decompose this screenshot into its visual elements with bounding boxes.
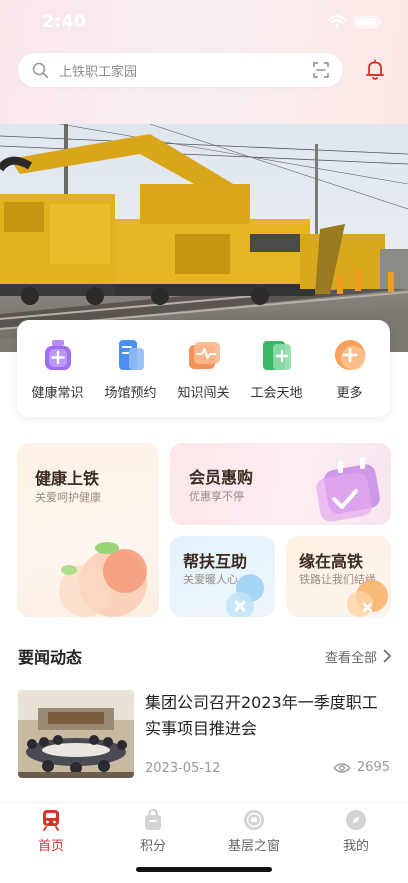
news-list-item[interactable]: 集团公司召开2023年一季度职工实事项目推进会 2023-05-12 2695 bbox=[18, 690, 392, 780]
quick-item-knowledge-challenge[interactable]: 知识闯关 bbox=[169, 337, 239, 401]
search-row: 上铁职工家园 bbox=[18, 53, 398, 87]
help-cross-icon bbox=[226, 574, 264, 617]
news-views: 2695 bbox=[332, 760, 390, 775]
see-all-label: 查看全部 bbox=[324, 650, 377, 666]
venue-booking-icon bbox=[118, 339, 144, 370]
status-bar: 2:40 bbox=[0, 0, 408, 44]
banner-image[interactable] bbox=[0, 124, 408, 352]
train-icon bbox=[43, 810, 59, 831]
news-view-count: 2695 bbox=[356, 760, 390, 775]
compass-icon bbox=[346, 810, 366, 830]
tab-label: 基层之窗 bbox=[227, 839, 280, 854]
card-health-rail[interactable]: 健康上铁 关爱呵护健康 bbox=[17, 443, 159, 617]
quick-menu: 健康常识 场馆预约 知识闯关 工会天地 更多 bbox=[17, 320, 390, 417]
quick-item-venue-booking[interactable]: 场馆预约 bbox=[96, 337, 166, 401]
section-title: 要闻动态 bbox=[18, 648, 83, 667]
badge-icon bbox=[244, 810, 264, 830]
peach-icon bbox=[59, 542, 147, 617]
card-member-shopping[interactable]: 会员惠购 优惠享不停 bbox=[170, 443, 391, 525]
home-indicator bbox=[136, 867, 272, 872]
quick-item-union-world[interactable]: 工会天地 bbox=[242, 337, 312, 401]
tab-label: 积分 bbox=[139, 839, 166, 854]
more-plus-icon bbox=[334, 339, 365, 370]
heart-fruit-icon bbox=[347, 580, 388, 617]
union-book-icon bbox=[262, 340, 291, 370]
news-thumbnail bbox=[18, 690, 134, 778]
search-icon bbox=[32, 62, 49, 78]
card-rail-romance[interactable]: 缘在高铁 铁路让我们结缘 bbox=[286, 536, 391, 617]
card-subtitle: 优惠享不停 bbox=[189, 490, 244, 503]
railway-machine-illustration bbox=[0, 124, 408, 352]
quick-item-more[interactable]: 更多 bbox=[315, 337, 385, 401]
card-title: 健康上铁 bbox=[35, 469, 100, 488]
tab-label: 首页 bbox=[37, 839, 64, 854]
tab-home[interactable]: 首页 bbox=[11, 809, 91, 854]
quick-item-label: 工会天地 bbox=[250, 385, 303, 401]
news-section-header: 要闻动态 查看全部 bbox=[18, 644, 392, 668]
points-bag-icon bbox=[145, 809, 161, 830]
calendar-check-icon bbox=[316, 457, 380, 522]
battery-icon bbox=[354, 16, 381, 28]
tab-grassroots-window[interactable]: 基层之窗 bbox=[214, 809, 294, 854]
eye-icon bbox=[332, 762, 351, 773]
search-input[interactable]: 上铁职工家园 bbox=[18, 53, 343, 87]
see-all-link[interactable]: 查看全部 bbox=[325, 647, 392, 666]
wifi-icon bbox=[328, 15, 346, 28]
quick-item-label: 知识闯关 bbox=[177, 385, 230, 401]
card-title: 缘在高铁 bbox=[299, 552, 364, 571]
knowledge-challenge-icon bbox=[188, 341, 220, 369]
search-placeholder: 上铁职工家园 bbox=[59, 64, 138, 80]
quick-item-label: 场馆预约 bbox=[104, 385, 157, 401]
chevron-right-icon bbox=[383, 649, 392, 663]
scan-icon[interactable] bbox=[313, 62, 329, 78]
quick-item-label: 更多 bbox=[336, 385, 363, 401]
tab-points[interactable]: 积分 bbox=[113, 809, 193, 854]
tab-label: 我的 bbox=[342, 839, 369, 854]
health-bottle-icon bbox=[44, 339, 71, 370]
bell-icon[interactable] bbox=[365, 59, 385, 81]
quick-item-label: 健康常识 bbox=[31, 385, 84, 401]
news-title: 集团公司召开2023年一季度职工实事项目推进会 bbox=[145, 693, 378, 738]
card-title: 会员惠购 bbox=[189, 468, 254, 487]
news-date: 2023-05-12 bbox=[145, 761, 221, 776]
card-help-mutual[interactable]: 帮扶互助 关爱暖人心 bbox=[170, 536, 275, 617]
card-subtitle: 关爱呵护健康 bbox=[35, 491, 101, 504]
tab-mine[interactable]: 我的 bbox=[316, 809, 396, 854]
status-time: 2:40 bbox=[42, 12, 87, 32]
status-icons bbox=[328, 15, 381, 29]
quick-item-health-knowledge[interactable]: 健康常识 bbox=[23, 337, 93, 401]
